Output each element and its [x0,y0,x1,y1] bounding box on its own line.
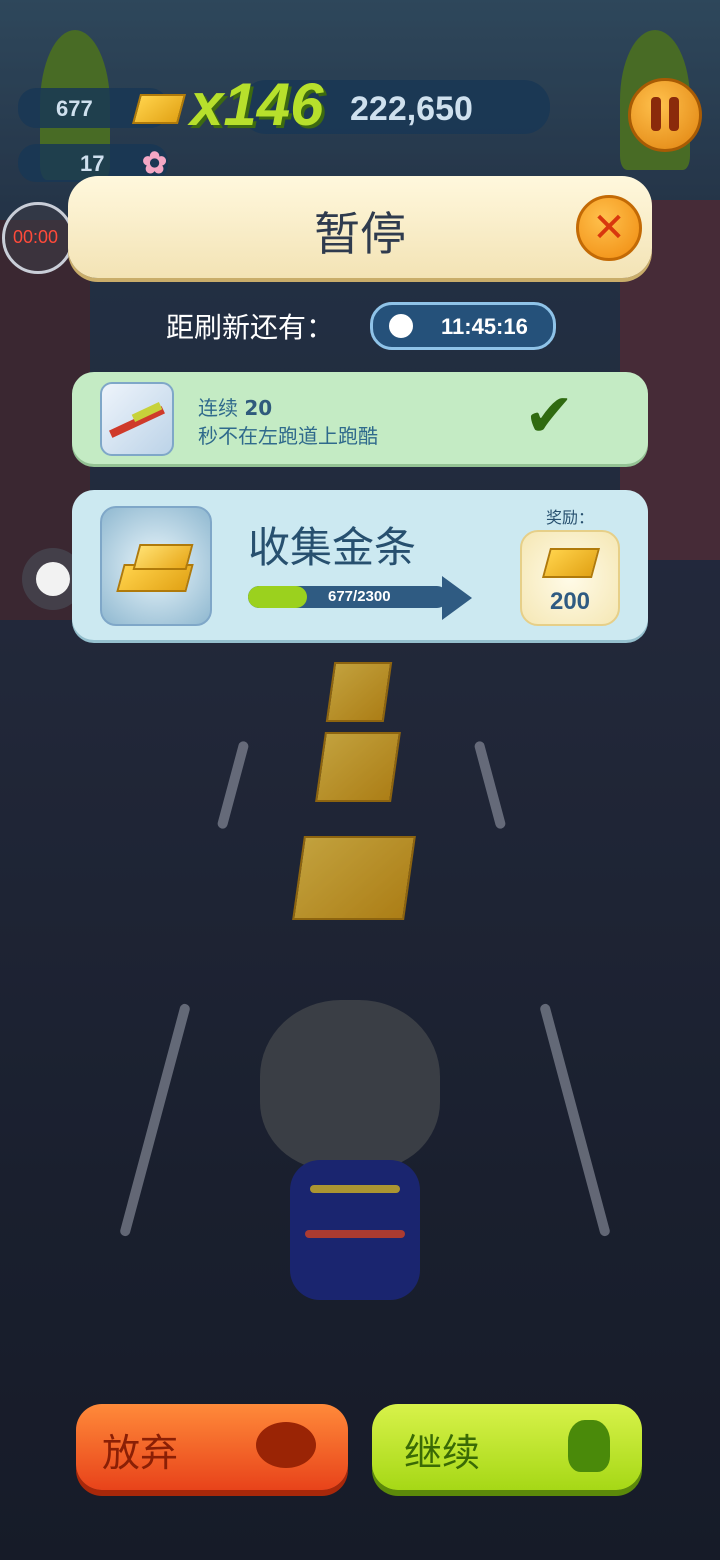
gold-counter: 677 [18,88,187,128]
progress-text: 677/2300 [328,588,391,605]
assist-dot-icon [36,562,70,596]
gold-bars-stack-top [132,544,194,570]
refresh-time-text: 11:45:16 [441,314,528,339]
progress-bar: 677/2300 [248,586,448,608]
mission-line-1-value: 20 [244,396,273,420]
mission-line-1: 连续 20 [198,392,272,421]
reward-box: 200 [520,530,620,626]
pause-title-bar: 暂停 [68,176,652,278]
collect-gold-icon [100,506,212,626]
refresh-label: 距刷新还有： [166,311,335,344]
gold-bar-icon [541,548,601,578]
checkmark-icon: ✔ [524,381,575,451]
mission-line-1-prefix: 连续 [198,396,245,420]
mission-line-2: 秒不在左跑道上跑酷 [198,424,378,448]
score-multiplier: x146 [190,71,324,138]
clock-icon [387,312,415,340]
close-icon: ✕ [592,205,626,251]
running-cat-icon [568,1420,610,1472]
record-time-text: 00:00 [13,227,59,247]
progress-fill [248,586,307,608]
mission-card-completed: 连续 20 秒不在左跑道上跑酷 ✔ [72,372,648,464]
continue-button[interactable]: 继续 [372,1404,642,1490]
gold-count-text: 677 [56,96,93,121]
pause-title: 暂停 [314,207,406,261]
pause-icon [651,97,661,131]
sleeping-cat-icon [256,1422,316,1468]
pause-button[interactable] [628,78,702,152]
close-button[interactable]: ✕ [576,195,642,261]
arrow-right-icon [442,576,472,620]
mission-title: 收集金条 [248,523,417,572]
refresh-timer: 11:45:16 [370,302,556,350]
flower-count-text: 17 [80,151,105,176]
reward-value: 200 [549,588,591,615]
gold-bar-icon [131,94,187,124]
mission-card-active: 收集金条 677/2300 奖励： 200 [72,490,648,640]
continue-label: 继续 [404,1431,481,1475]
screen-record-button[interactable]: 00:00 [2,202,74,274]
lane-mission-icon [100,382,174,456]
pause-icon-bar [669,97,679,131]
quit-label: 放弃 [102,1431,179,1475]
reward-label: 奖励： [546,508,595,527]
score-text: 222,650 [350,90,473,128]
quit-button[interactable]: 放弃 [76,1404,348,1490]
